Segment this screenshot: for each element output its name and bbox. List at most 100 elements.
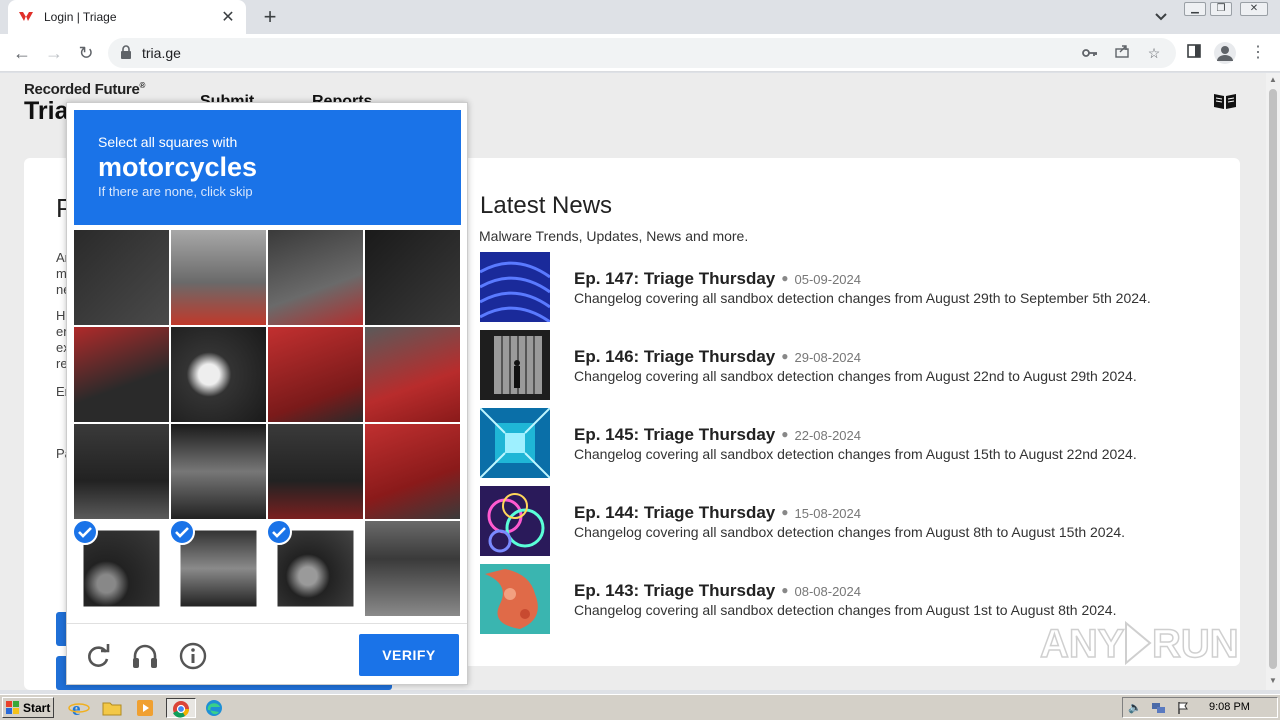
captcha-image-grid	[74, 230, 461, 617]
back-arrow-icon[interactable]: ←	[8, 39, 36, 67]
news-title: Ep. 144: Triage Thursday ● 15-08-2024	[574, 503, 862, 522]
info-icon[interactable]	[178, 641, 208, 671]
brand-recorded-future: Recorded Future®	[24, 81, 146, 98]
action-center-flag-icon[interactable]	[1175, 701, 1191, 715]
start-button[interactable]: Start	[2, 697, 54, 718]
svg-text:ANY: ANY	[1040, 622, 1125, 666]
edge-icon[interactable]	[203, 698, 227, 718]
scroll-down-arrow-icon[interactable]: ▼	[1266, 676, 1280, 688]
news-description: Changelog covering all sandbox detection…	[574, 368, 1137, 384]
tile-selected-check-icon	[171, 521, 195, 545]
captcha-tile[interactable]	[171, 230, 266, 325]
lock-icon	[120, 45, 136, 61]
captcha-tile[interactable]	[171, 327, 266, 422]
captcha-tile[interactable]	[171, 424, 266, 519]
news-date: 05-09-2024	[794, 272, 862, 287]
news-title: Ep. 146: Triage Thursday ● 29-08-2024	[574, 347, 862, 366]
media-player-icon[interactable]	[134, 698, 158, 718]
captcha-tile[interactable]	[74, 327, 169, 422]
svg-text:e: e	[72, 699, 80, 718]
start-label: Start	[23, 700, 51, 715]
news-description: Changelog covering all sandbox detection…	[574, 446, 1137, 462]
news-item[interactable]: Ep. 146: Triage Thursday ● 29-08-2024 Chan…	[480, 330, 1220, 400]
news-title: Ep. 147: Triage Thursday ● 05-09-2024	[574, 269, 862, 288]
news-description: Changelog covering all sandbox detection…	[574, 290, 1151, 306]
chrome-taskbar-icon[interactable]	[166, 698, 196, 718]
windows-logo-icon	[6, 701, 19, 714]
restore-window-button[interactable]: ❐	[1210, 2, 1232, 16]
news-date: 15-08-2024	[794, 506, 862, 521]
news-title: Ep. 145: Triage Thursday ● 22-08-2024	[574, 425, 862, 444]
minimize-window-button[interactable]: ▁	[1184, 2, 1206, 16]
system-clock[interactable]: 9:08 PM	[1209, 701, 1250, 713]
tab-search-chevron-icon[interactable]	[1150, 7, 1172, 27]
captcha-footer: VERIFY	[67, 623, 467, 685]
browser-toolbar: ← → ↻ tria.ge ☆ ⋮	[0, 34, 1280, 72]
file-explorer-icon[interactable]	[101, 698, 125, 718]
captcha-tile[interactable]	[268, 327, 363, 422]
captcha-skip-hint: If there are none, click skip	[98, 184, 253, 199]
verify-button[interactable]: VERIFY	[359, 634, 459, 676]
news-item[interactable]: Ep. 147: Triage Thursday ● 05-09-2024 Chan…	[480, 252, 1220, 322]
news-thumbnail	[480, 486, 550, 556]
news-thumbnail	[480, 252, 550, 322]
news-heading: Latest News	[480, 192, 613, 219]
svg-text:RUN: RUN	[1152, 622, 1239, 666]
captcha-tile[interactable]	[74, 521, 169, 616]
new-tab-button[interactable]: +	[256, 4, 284, 30]
news-date: 22-08-2024	[794, 428, 862, 443]
share-icon[interactable]	[1112, 44, 1132, 62]
captcha-tile[interactable]	[268, 230, 363, 325]
captcha-tile[interactable]	[365, 230, 460, 325]
close-window-button[interactable]: ✕	[1240, 2, 1268, 16]
captcha-instructions: Select all squares with motorcycles If t…	[74, 110, 461, 225]
captcha-tile[interactable]	[365, 521, 460, 616]
anyrun-watermark-logo: ANY RUN	[1039, 613, 1240, 673]
captcha-tile[interactable]	[74, 230, 169, 325]
audio-challenge-headphones-icon[interactable]	[130, 641, 160, 671]
captcha-tile[interactable]	[365, 327, 460, 422]
news-date: 08-08-2024	[794, 584, 862, 599]
captcha-tile[interactable]	[171, 521, 266, 616]
browser-tab[interactable]: Login | Triage ✕	[8, 0, 246, 34]
news-subheading: Malware Trends, Updates, News and more.	[479, 228, 749, 244]
internet-explorer-icon[interactable]: e	[68, 698, 92, 720]
captcha-instruction-text: Select all squares with	[98, 134, 238, 150]
windows-taskbar: Start e 🔈 9:08 PM	[0, 694, 1280, 720]
latest-news-card: Latest News Malware Trends, Updates, New…	[462, 158, 1240, 666]
tab-close-icon[interactable]: ✕	[220, 7, 236, 27]
news-title: Ep. 143: Triage Thursday ● 08-08-2024	[574, 581, 862, 600]
scroll-thumb[interactable]	[1269, 89, 1277, 669]
forward-arrow-icon[interactable]: →	[40, 39, 68, 67]
browser-menu-icon[interactable]: ⋮	[1248, 43, 1268, 63]
url-text: tria.ge	[142, 45, 181, 61]
reload-icon[interactable]: ↻	[72, 39, 100, 67]
system-tray: 🔈 9:08 PM	[1122, 697, 1278, 718]
captcha-target-object: motorcycles	[98, 152, 258, 182]
tile-selected-check-icon	[74, 521, 98, 545]
page-scrollbar[interactable]: ▲ ▼	[1266, 73, 1280, 690]
news-item[interactable]: Ep. 144: Triage Thursday ● 15-08-2024 Chan…	[480, 486, 1220, 556]
news-date: 29-08-2024	[794, 350, 862, 365]
tile-selected-check-icon	[268, 521, 292, 545]
browser-tab-bar: Login | Triage ✕ + ▁ ❐ ✕	[0, 0, 1280, 34]
scroll-up-arrow-icon[interactable]: ▲	[1266, 75, 1280, 87]
network-icon[interactable]	[1151, 701, 1167, 715]
news-description: Changelog covering all sandbox detection…	[574, 602, 1117, 618]
bookmark-star-icon[interactable]: ☆	[1144, 44, 1164, 62]
captcha-tile[interactable]	[268, 521, 363, 616]
triage-favicon-icon	[18, 9, 34, 25]
captcha-tile[interactable]	[365, 424, 460, 519]
profile-avatar-icon[interactable]	[1214, 42, 1236, 64]
news-thumbnail	[480, 408, 550, 478]
reload-challenge-icon[interactable]	[83, 641, 113, 671]
volume-icon[interactable]: 🔈	[1127, 701, 1143, 715]
address-bar[interactable]: tria.ge ☆	[108, 38, 1176, 68]
documentation-book-icon[interactable]	[1212, 91, 1238, 111]
captcha-tile[interactable]	[74, 424, 169, 519]
news-thumbnail	[480, 330, 550, 400]
key-icon[interactable]	[1080, 44, 1100, 62]
captcha-tile[interactable]	[268, 424, 363, 519]
side-panel-icon[interactable]	[1184, 43, 1204, 63]
news-item[interactable]: Ep. 145: Triage Thursday ● 22-08-2024 Chan…	[480, 408, 1220, 478]
